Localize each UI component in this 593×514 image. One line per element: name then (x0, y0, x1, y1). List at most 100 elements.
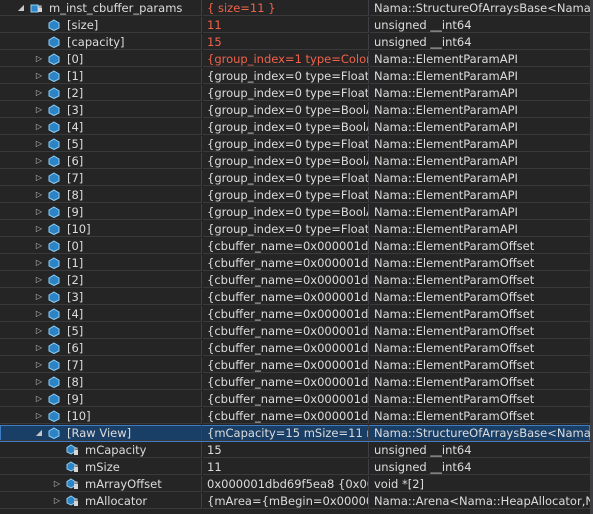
variable-name: [4] (67, 120, 84, 134)
expand-arrow-icon[interactable]: ▷ (51, 493, 63, 508)
expand-arrow-icon[interactable]: ▷ (33, 170, 45, 185)
watch-row-capacity[interactable]: [capacity] 15 unsigned __int64 (0, 34, 590, 51)
value-cell[interactable]: {cbuffer_name=0x000001db... (203, 289, 369, 305)
collapse-arrow-icon[interactable]: ◢ (33, 425, 45, 440)
watch-row-10[interactable]: ▷ [10] {group_index=0 type=Float (...Nama:… (0, 221, 590, 238)
value-cell[interactable]: {group_index=0 type=BoolA... (203, 119, 369, 135)
watch-row-msize[interactable]: mSize 11 unsigned __int64 (0, 459, 590, 476)
watch-row-8[interactable]: ▷ [8] {group_index=0 type=Float (...Nama::… (0, 187, 590, 204)
value-cell[interactable]: {group_index=0 type=Float (... (203, 221, 369, 237)
expand-arrow-icon[interactable]: ▷ (33, 85, 45, 100)
value-cell[interactable]: {cbuffer_name=0x000001db... (203, 306, 369, 322)
expand-arrow-icon[interactable]: ▷ (33, 306, 45, 321)
type-cell: unsigned __int64 (370, 17, 590, 33)
watch-row-0[interactable]: ▷ [0] {group_index=1 type=Color... Nama::El… (0, 51, 590, 68)
field-icon (48, 155, 61, 168)
watch-row-4[interactable]: ▷ [4] {cbuffer_name=0x000001db... Nama::Ele… (0, 306, 590, 323)
value-cell[interactable]: {group_index=0 type=Float (... (203, 85, 369, 101)
value-cell[interactable]: {mCapacity=15 mSize=11 m... (203, 425, 369, 441)
watch-row-8[interactable]: ▷ [8] {cbuffer_name=0x000001db... Nama::Ele… (0, 374, 590, 391)
value-cell[interactable]: {cbuffer_name=0x000001db... (203, 340, 369, 356)
expand-arrow-icon[interactable]: ▷ (33, 238, 45, 253)
value-cell[interactable]: { size=11 } (203, 0, 369, 16)
watch-row-0[interactable]: ▷ [0] {cbuffer_name=0x000001db... Nama::Ele… (0, 238, 590, 255)
expand-arrow-icon[interactable]: ▷ (33, 357, 45, 372)
type-cell: Nama::ElementParamOffset (370, 323, 590, 339)
field-icon (48, 291, 61, 304)
type-cell: Nama::ElementParamOffset (370, 374, 590, 390)
value-cell[interactable]: {group_index=0 type=BoolA... (203, 102, 369, 118)
expand-arrow-icon[interactable]: ▷ (33, 272, 45, 287)
watch-row-6[interactable]: ▷ [6] {group_index=0 type=BoolA... Nama::El… (0, 153, 590, 170)
expand-arrow-icon[interactable]: ▷ (33, 221, 45, 236)
watch-row-7[interactable]: ▷ [7] {group_index=0 type=Float (...Nama::… (0, 170, 590, 187)
watch-row-m-inst-cbuffer-params[interactable]: ◢ m_inst_cbuffer_params { size=11 } Nama::S… (0, 0, 590, 17)
expand-arrow-icon[interactable]: ▷ (33, 255, 45, 270)
value-cell[interactable]: {group_index=0 type=Float (... (203, 187, 369, 203)
value-cell[interactable]: {cbuffer_name=0x000001db... (203, 255, 369, 271)
value-cell[interactable]: {group_index=0 type=Float (... (203, 170, 369, 186)
watch-row-mallocator[interactable]: ▷ mAllocator {mArea={mBegin=0x000000...Nam… (0, 493, 590, 510)
watch-row-9[interactable]: ▷ [9] {group_index=0 type=BoolA... Nama::El… (0, 204, 590, 221)
watch-row-marrayoffset[interactable]: ▷ mArrayOffset 0x000001dbd69f5ea8 {0x000..… (0, 476, 590, 493)
value-cell[interactable]: 0x000001dbd69f5ea8 {0x000... (203, 476, 369, 492)
value-cell[interactable]: {cbuffer_name=0x000001db... (203, 408, 369, 424)
expand-arrow-icon[interactable]: ▷ (33, 408, 45, 423)
variable-name: [5] (67, 324, 84, 338)
watch-row-raw-view[interactable]: ◢ [Raw View] {mCapacity=15 mSize=11 m...Na… (0, 425, 590, 442)
expand-arrow-icon[interactable]: ▷ (51, 476, 63, 491)
value-cell[interactable]: {cbuffer_name=0x000001db... (203, 357, 369, 373)
watch-row-6[interactable]: ▷ [6] {cbuffer_name=0x000001db... Nama::Ele… (0, 340, 590, 357)
value-cell[interactable]: 11 (203, 17, 369, 33)
watch-row-3[interactable]: ▷ [3] {group_index=0 type=BoolA... Nama::El… (0, 102, 590, 119)
field-icon (48, 189, 61, 202)
watch-row-5[interactable]: ▷ [5] {cbuffer_name=0x000001db... Nama::Ele… (0, 323, 590, 340)
expand-arrow-icon[interactable]: ▷ (33, 102, 45, 117)
value-cell[interactable]: {cbuffer_name=0x000001db... (203, 391, 369, 407)
collapse-arrow-icon[interactable]: ◢ (15, 0, 27, 15)
watch-row-7[interactable]: ▷ [7] {cbuffer_name=0x000001db... Nama::Ele… (0, 357, 590, 374)
watch-row-10[interactable]: ▷ [10] {cbuffer_name=0x000001db... Nama::El… (0, 408, 590, 425)
value-cell[interactable]: {mArea={mBegin=0x000000... (203, 493, 369, 509)
value-cell[interactable]: {cbuffer_name=0x000001db... (203, 272, 369, 288)
expand-arrow-icon[interactable]: ▷ (33, 51, 45, 66)
watch-row-1[interactable]: ▷ [1] {cbuffer_name=0x000001db... Nama::Ele… (0, 255, 590, 272)
expand-arrow-icon[interactable]: ▷ (33, 153, 45, 168)
expand-arrow-icon[interactable]: ▷ (33, 136, 45, 151)
field-icon (48, 274, 61, 287)
expand-arrow-icon[interactable]: ▷ (33, 374, 45, 389)
expand-arrow-icon[interactable]: ▷ (33, 204, 45, 219)
watch-row-5[interactable]: ▷ [5] {group_index=0 type=Float (...Nama::… (0, 136, 590, 153)
watch-row-9[interactable]: ▷ [9] {cbuffer_name=0x000001db... Nama::Ele… (0, 391, 590, 408)
expand-arrow-icon[interactable]: ▷ (33, 68, 45, 83)
watch-row-4[interactable]: ▷ [4] {group_index=0 type=BoolA... Nama::El… (0, 119, 590, 136)
name-cell: ▷ [6] (0, 340, 202, 356)
watch-row-2[interactable]: ▷ [2] {cbuffer_name=0x000001db... Nama::Ele… (0, 272, 590, 289)
value-cell[interactable]: {group_index=0 type=Float (... (203, 136, 369, 152)
watch-row-3[interactable]: ▷ [3] {cbuffer_name=0x000001db... Nama::Ele… (0, 289, 590, 306)
value-cell[interactable]: {group_index=1 type=Color... (203, 51, 369, 67)
watch-row-1[interactable]: ▷ [1] {group_index=0 type=Float (...Nama::… (0, 68, 590, 85)
field-icon (48, 36, 61, 49)
expand-arrow-icon[interactable]: ▷ (33, 391, 45, 406)
expand-arrow-icon[interactable]: ▷ (33, 323, 45, 338)
field-icon (48, 206, 61, 219)
name-cell: mCapacity (0, 442, 202, 458)
expand-arrow-icon[interactable]: ▷ (33, 119, 45, 134)
value-cell[interactable]: {group_index=0 type=BoolA... (203, 153, 369, 169)
watch-row-mcapacity[interactable]: mCapacity 15 unsigned __int64 (0, 442, 590, 459)
value-cell[interactable]: {cbuffer_name=0x000001db... (203, 374, 369, 390)
expand-arrow-icon[interactable]: ▷ (33, 340, 45, 355)
value-cell[interactable]: {group_index=0 type=BoolA... (203, 204, 369, 220)
value-cell[interactable]: {group_index=0 type=Float (... (203, 68, 369, 84)
value-cell[interactable]: 15 (203, 34, 369, 50)
value-cell[interactable]: 15 (203, 442, 369, 458)
expand-arrow-icon[interactable]: ▷ (33, 289, 45, 304)
value-cell[interactable]: {cbuffer_name=0x000001db... (203, 238, 369, 254)
name-cell: ▷ [3] (0, 102, 202, 118)
value-cell[interactable]: 11 (203, 459, 369, 475)
expand-arrow-icon[interactable]: ▷ (33, 187, 45, 202)
watch-row-2[interactable]: ▷ [2] {group_index=0 type=Float (...Nama::… (0, 85, 590, 102)
value-cell[interactable]: {cbuffer_name=0x000001db... (203, 323, 369, 339)
watch-row-size[interactable]: [size] 11 unsigned __int64 (0, 17, 590, 34)
